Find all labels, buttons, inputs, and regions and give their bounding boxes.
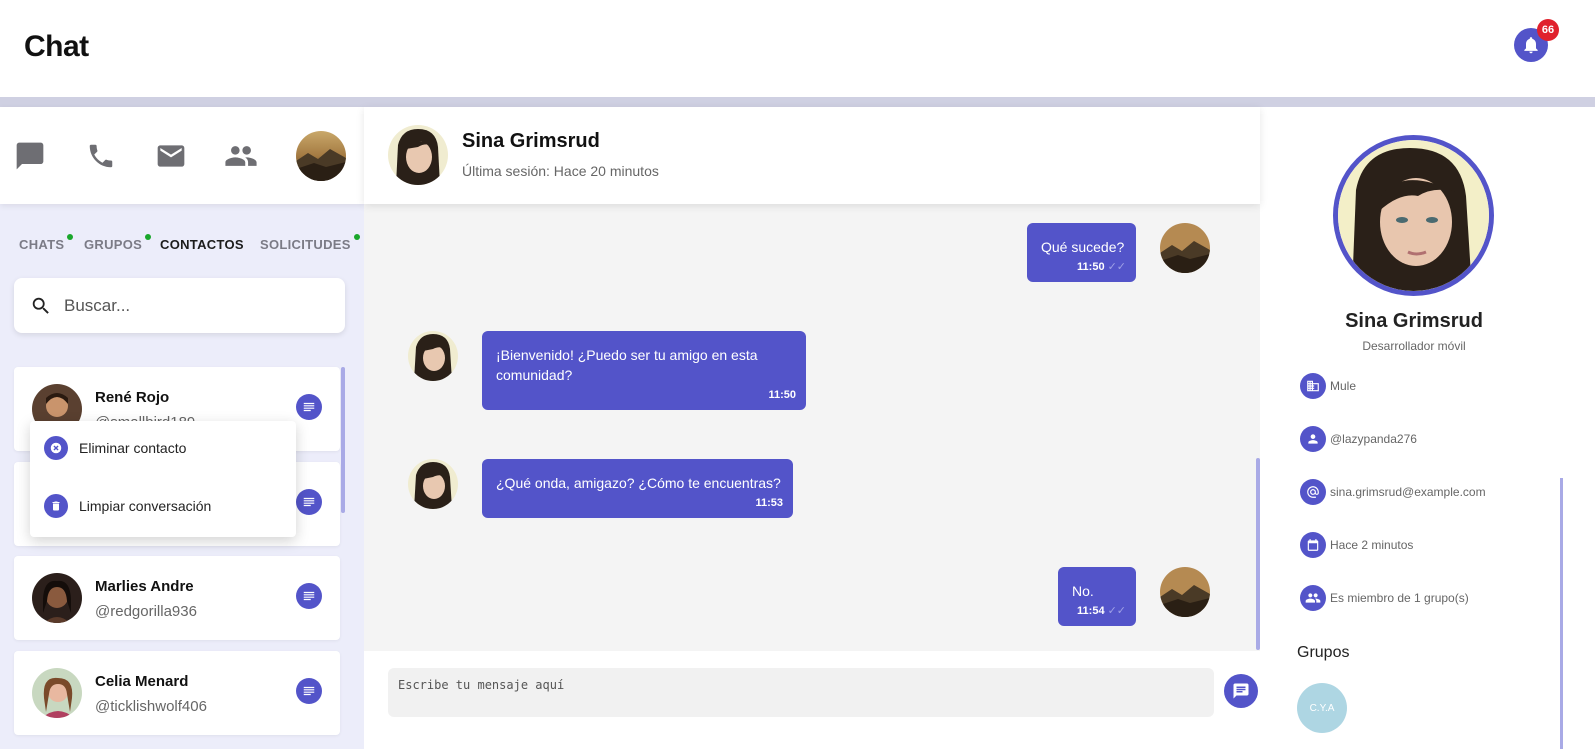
search-input[interactable] — [64, 292, 324, 320]
send-button[interactable] — [1224, 674, 1258, 708]
contact-menu-button[interactable] — [296, 394, 322, 420]
contact-name: Marlies Andre — [95, 578, 194, 595]
contact-item[interactable]: Marlies Andre @redgorilla936 — [14, 556, 340, 640]
person-icon — [1300, 426, 1326, 452]
message-time: 11:50 — [768, 389, 796, 401]
tab-solicitudes[interactable]: SOLICITUDES — [260, 234, 360, 252]
mail-icon[interactable] — [154, 139, 188, 173]
message-composer — [364, 651, 1260, 749]
people-icon[interactable] — [224, 139, 258, 173]
calendar-icon — [1300, 532, 1326, 558]
group-icon — [1300, 585, 1326, 611]
profile-avatar — [1333, 135, 1494, 296]
profile-last-active: Hace 2 minutos — [1300, 532, 1560, 558]
groups-title: Grupos — [1297, 644, 1350, 661]
app-header: Chat 66 — [0, 0, 1595, 97]
contact-name: Celia Menard — [95, 673, 189, 690]
double-check-icon: ✓✓ — [1107, 261, 1126, 273]
building-icon — [1300, 373, 1326, 399]
avatar — [388, 125, 448, 185]
profile-role: Desarrollador móvil — [1362, 339, 1466, 353]
profile-username: @lazypanda276 — [1300, 426, 1560, 452]
profile-panel: Sina Grimsrud Desarrollador móvil Mule @… — [1260, 107, 1595, 749]
contact-menu-button[interactable] — [296, 678, 322, 704]
clear-conversation-item[interactable]: Limpiar conversación — [44, 493, 284, 519]
delete-contact-item[interactable]: Eliminar contacto — [44, 435, 284, 461]
message-bubble-received[interactable]: ¿Qué onda, amigazo? ¿Cómo te encuentras?… — [482, 459, 793, 518]
group-avatar[interactable]: C.Y.A — [1297, 683, 1347, 733]
chat-last-seen: Última sesión: Hace 20 minutos — [462, 163, 659, 179]
avatar — [32, 668, 82, 718]
my-avatar — [1160, 223, 1210, 273]
chat-contact-name: Sina Grimsrud — [462, 130, 600, 152]
trash-icon — [44, 494, 68, 518]
page-title: Chat — [24, 30, 89, 63]
contact-menu-button[interactable] — [296, 583, 322, 609]
online-dot — [145, 234, 152, 240]
contact-item[interactable]: Celia Menard @ticklishwolf406 — [14, 651, 340, 735]
my-avatar[interactable] — [296, 131, 346, 181]
profile-scrollbar[interactable] — [1560, 478, 1563, 749]
search-box — [14, 278, 345, 333]
contacts-scrollbar[interactable] — [341, 367, 345, 513]
online-dot — [67, 234, 74, 240]
list-icon — [303, 497, 315, 507]
list-icon — [303, 402, 315, 412]
double-check-icon: ✓✓ — [1107, 605, 1126, 617]
profile-email: sina.grimsrud@example.com — [1300, 479, 1560, 505]
message-time: 11:50 — [1077, 261, 1105, 273]
contact-tabs: CHATS GRUPOS CONTACTOS SOLICITUDES — [0, 234, 364, 257]
contact-context-menu: Eliminar contacto Limpiar conversación — [30, 421, 296, 537]
my-avatar — [1160, 567, 1210, 617]
online-dot — [353, 234, 360, 240]
list-icon — [303, 591, 315, 601]
message-input[interactable] — [388, 668, 1214, 717]
search-icon — [32, 297, 49, 314]
avatar — [408, 459, 458, 509]
contact-name: René Rojo — [95, 389, 170, 406]
list-icon — [303, 686, 315, 696]
avatar — [32, 573, 82, 623]
message-bubble-sent[interactable]: Qué sucede? 11:50 ✓✓ — [1027, 223, 1136, 282]
message-time: 11:53 — [755, 497, 783, 509]
message-bubble-received[interactable]: ¡Bienvenido! ¿Puedo ser tu amigo en esta… — [482, 331, 806, 410]
message-bubble-sent[interactable]: No. 11:54 ✓✓ — [1058, 567, 1136, 626]
phone-icon[interactable] — [84, 139, 118, 173]
nav-iconbar — [0, 107, 364, 204]
avatar — [408, 331, 458, 381]
profile-name: Sina Grimsrud — [1345, 310, 1483, 332]
profile-company: Mule — [1300, 373, 1560, 399]
header-divider — [0, 97, 1595, 107]
contact-username: @ticklishwolf406 — [95, 698, 207, 715]
close-circle-icon — [44, 436, 68, 460]
profile-groups-count: Es miembro de 1 grupo(s) — [1300, 585, 1560, 611]
tab-grupos[interactable]: GRUPOS — [84, 234, 152, 252]
contact-username: @redgorilla936 — [95, 603, 197, 620]
chat-icon[interactable] — [13, 139, 47, 173]
contact-menu-button[interactable] — [296, 489, 322, 515]
message-time: 11:54 — [1077, 605, 1105, 617]
tab-chats[interactable]: CHATS — [19, 234, 74, 252]
send-message-icon — [1233, 683, 1249, 699]
bell-icon — [1524, 37, 1538, 54]
chat-header: Sina Grimsrud Última sesión: Hace 20 min… — [364, 107, 1260, 204]
notification-badge: 66 — [1537, 19, 1559, 41]
at-icon — [1300, 479, 1326, 505]
tab-contactos[interactable]: CONTACTOS — [160, 237, 244, 252]
